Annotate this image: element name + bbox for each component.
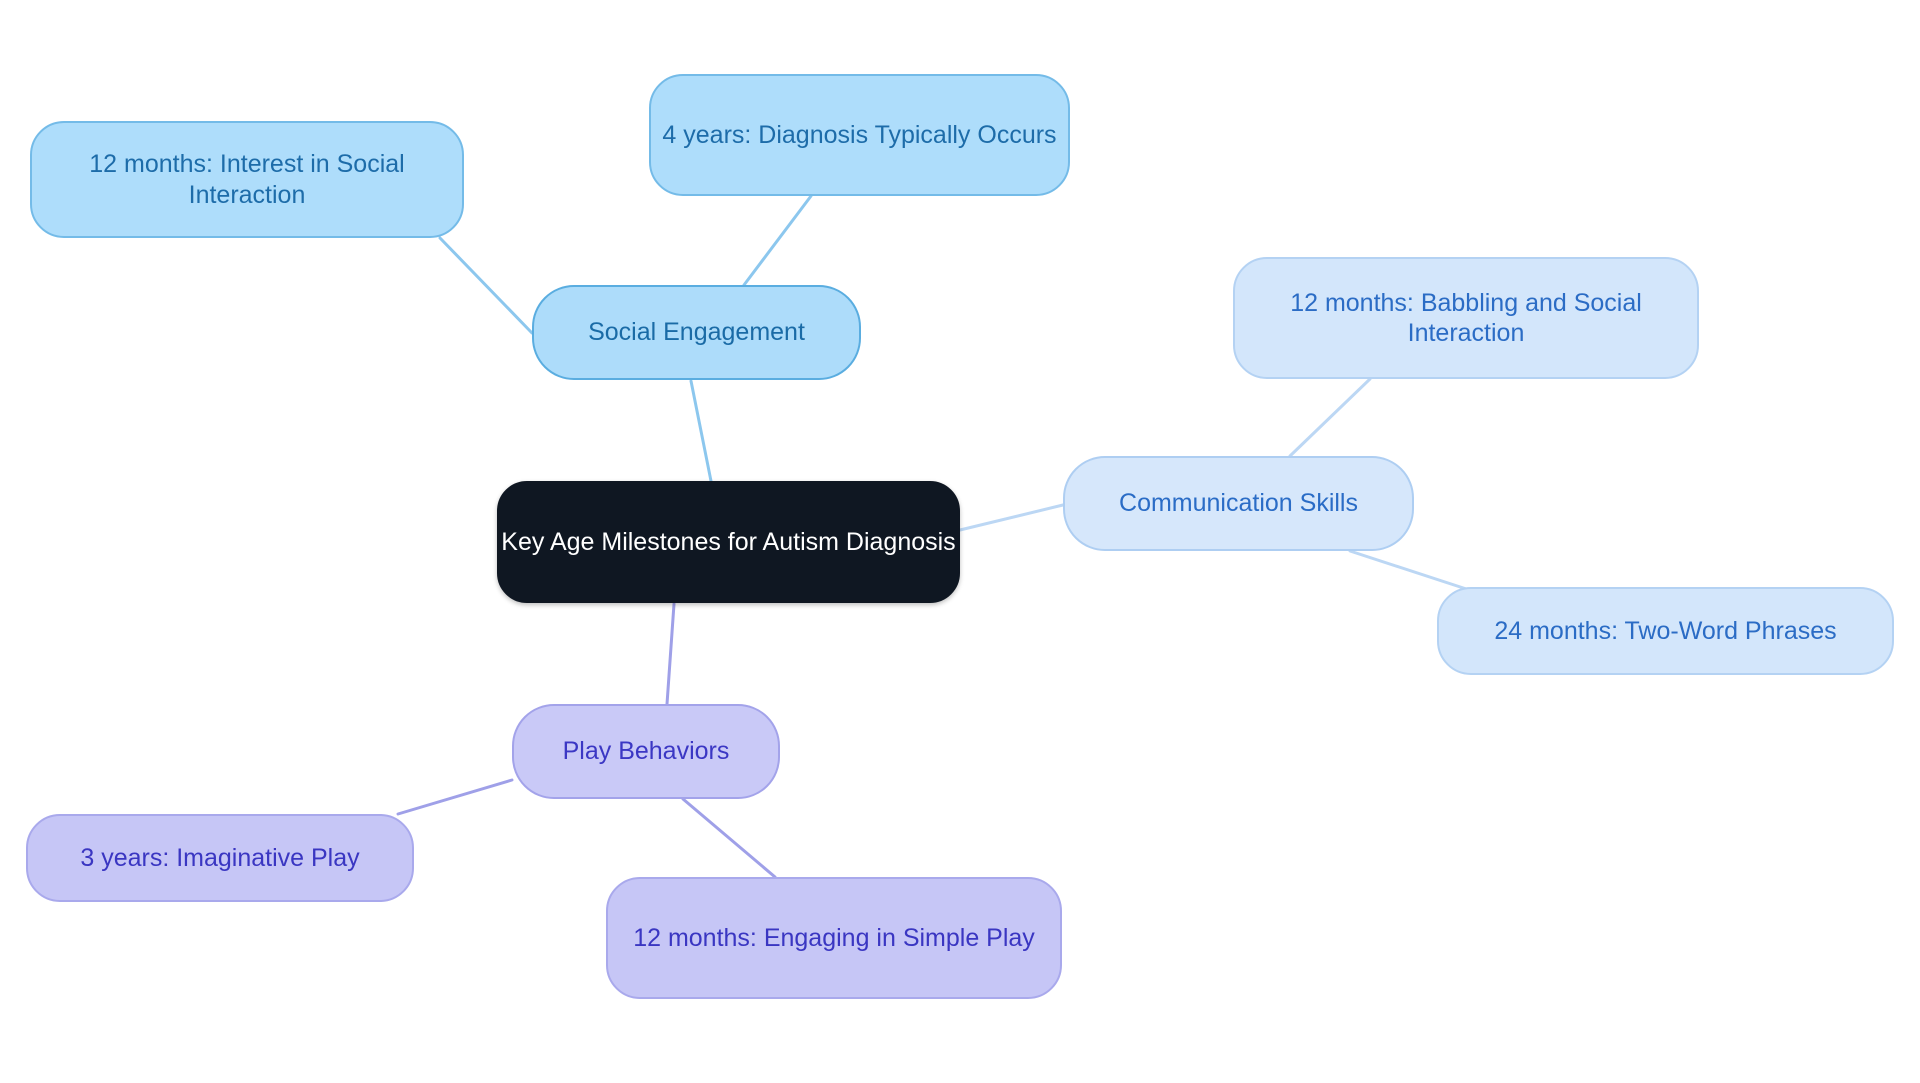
branch-node-label: Communication Skills [1119, 489, 1358, 518]
branch-node-play-behaviors[interactable]: Play Behaviors [512, 704, 780, 799]
leaf-node-label: 24 months: Two-Word Phrases [1494, 616, 1837, 645]
leaf-node-imaginative-play[interactable]: 3 years: Imaginative Play [26, 814, 414, 902]
branch-node-communication-skills[interactable]: Communication Skills [1063, 456, 1414, 551]
leaf-node-label: 12 months: Engaging in Simple Play [633, 923, 1035, 952]
leaf-node-interest-social-interaction[interactable]: 12 months: Interest in Social Interactio… [30, 121, 464, 238]
mindmap-canvas: Key Age Milestones for Autism Diagnosis … [0, 0, 1920, 1083]
leaf-node-label: 4 years: Diagnosis Typically Occurs [662, 120, 1057, 149]
leaf-node-engaging-simple-play[interactable]: 12 months: Engaging in Simple Play [606, 877, 1062, 999]
edge-root-to-social-engagement [689, 379, 713, 483]
branch-node-label: Play Behaviors [562, 737, 730, 766]
root-node-label: Key Age Milestones for Autism Diagnosis [501, 527, 956, 556]
leaf-node-label: 12 months: Interest in Social Interactio… [89, 150, 405, 209]
leaf-node-diagnosis-typically-occurs[interactable]: 4 years: Diagnosis Typically Occurs [649, 74, 1070, 196]
edge-social-engagement-to-interest-social-interaction [438, 236, 534, 335]
edge-root-to-communication-skills [958, 503, 1065, 532]
branch-node-social-engagement[interactable]: Social Engagement [532, 285, 861, 380]
edge-social-engagement-to-diagnosis-typically-occurs [742, 194, 813, 287]
leaf-node-two-word-phrases[interactable]: 24 months: Two-Word Phrases [1437, 587, 1894, 675]
leaf-node-babbling-social-interaction[interactable]: 12 months: Babbling and Social Interacti… [1233, 257, 1699, 379]
edge-play-behaviors-to-imaginative-play [396, 778, 514, 816]
leaf-node-label: 3 years: Imaginative Play [80, 843, 360, 872]
edge-root-to-play-behaviors [665, 602, 676, 706]
edge-communication-skills-to-babbling-social-interaction [1288, 377, 1372, 458]
branch-node-label: Social Engagement [588, 318, 805, 347]
root-node[interactable]: Key Age Milestones for Autism Diagnosis [497, 481, 960, 603]
edge-play-behaviors-to-engaging-simple-play [681, 797, 777, 879]
leaf-node-label: 12 months: Babbling and Social Interacti… [1290, 288, 1642, 348]
